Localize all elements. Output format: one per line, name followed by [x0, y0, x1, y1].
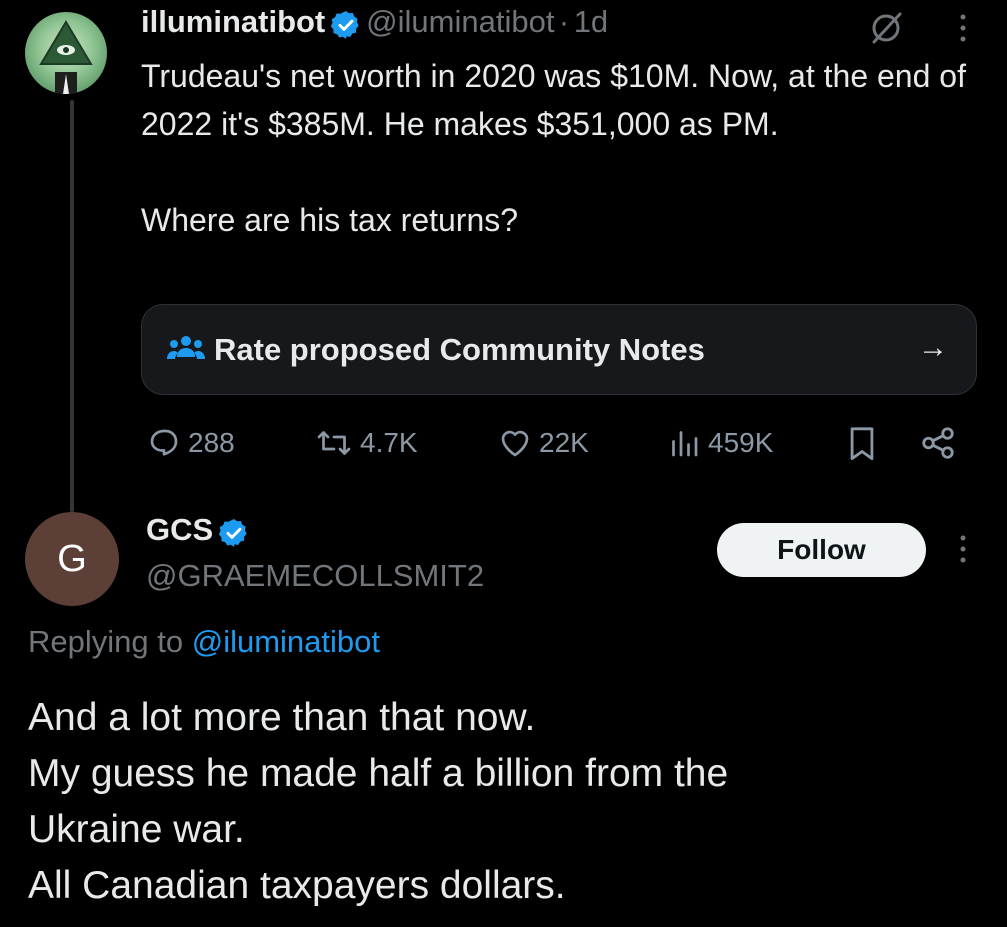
share-icon[interactable] — [919, 423, 963, 463]
author-name[interactable]: illuminatibot — [141, 4, 325, 39]
grok-icon[interactable] — [866, 8, 906, 53]
more-icon[interactable] — [948, 533, 978, 570]
like-icon — [501, 430, 529, 457]
reply-button[interactable]: 288 — [146, 423, 235, 463]
repost-button[interactable]: 4.7K — [314, 423, 418, 463]
replying-prefix: Replying to — [28, 624, 184, 659]
views-button[interactable]: 459K — [666, 423, 773, 463]
reply-icon — [150, 429, 178, 456]
follow-button[interactable]: Follow — [717, 523, 926, 577]
separator-dot: · — [558, 4, 570, 39]
views-icon — [672, 431, 698, 457]
author-avatar[interactable] — [25, 12, 107, 94]
community-people-icon — [167, 333, 205, 372]
like-count: 22K — [539, 427, 589, 458]
tweet-time[interactable]: 1d — [574, 4, 608, 39]
replying-handle-link[interactable]: @iluminatibot — [192, 624, 380, 659]
reply-author-avatar[interactable]: G — [25, 512, 119, 606]
views-count: 459K — [708, 427, 774, 458]
reply-author-handle[interactable]: @GRAEMECOLLSMIT2 — [146, 558, 484, 594]
thread-line — [70, 100, 74, 512]
author-handle[interactable]: @iluminatibot — [366, 4, 554, 39]
arrow-right-icon: → — [918, 331, 948, 364]
reply-author-name[interactable]: GCS — [146, 512, 213, 547]
community-notes-button[interactable]: Rate proposed Community Notes → — [141, 304, 977, 395]
more-icon[interactable] — [948, 12, 978, 49]
like-button[interactable]: 22K — [497, 423, 589, 463]
repost-count: 4.7K — [360, 427, 418, 458]
community-notes-label: Rate proposed Community Notes — [214, 332, 705, 367]
replying-to-line: Replying to @iluminatibot — [28, 624, 380, 660]
verified-badge-icon — [330, 9, 362, 46]
reply-count: 288 — [188, 427, 235, 458]
tweet-text: Trudeau's net worth in 2020 was $10M. No… — [141, 58, 966, 238]
bookmark-icon[interactable] — [845, 423, 885, 463]
repost-icon — [317, 431, 351, 455]
tweet-header: illuminatibot @iluminatibot · 1d — [141, 4, 608, 46]
illuminati-avatar-image — [39, 20, 93, 94]
reply-text: And a lot more than that now. My guess h… — [28, 696, 729, 907]
verified-badge-icon — [218, 517, 250, 554]
reply-author-row: GCS — [146, 512, 250, 554]
